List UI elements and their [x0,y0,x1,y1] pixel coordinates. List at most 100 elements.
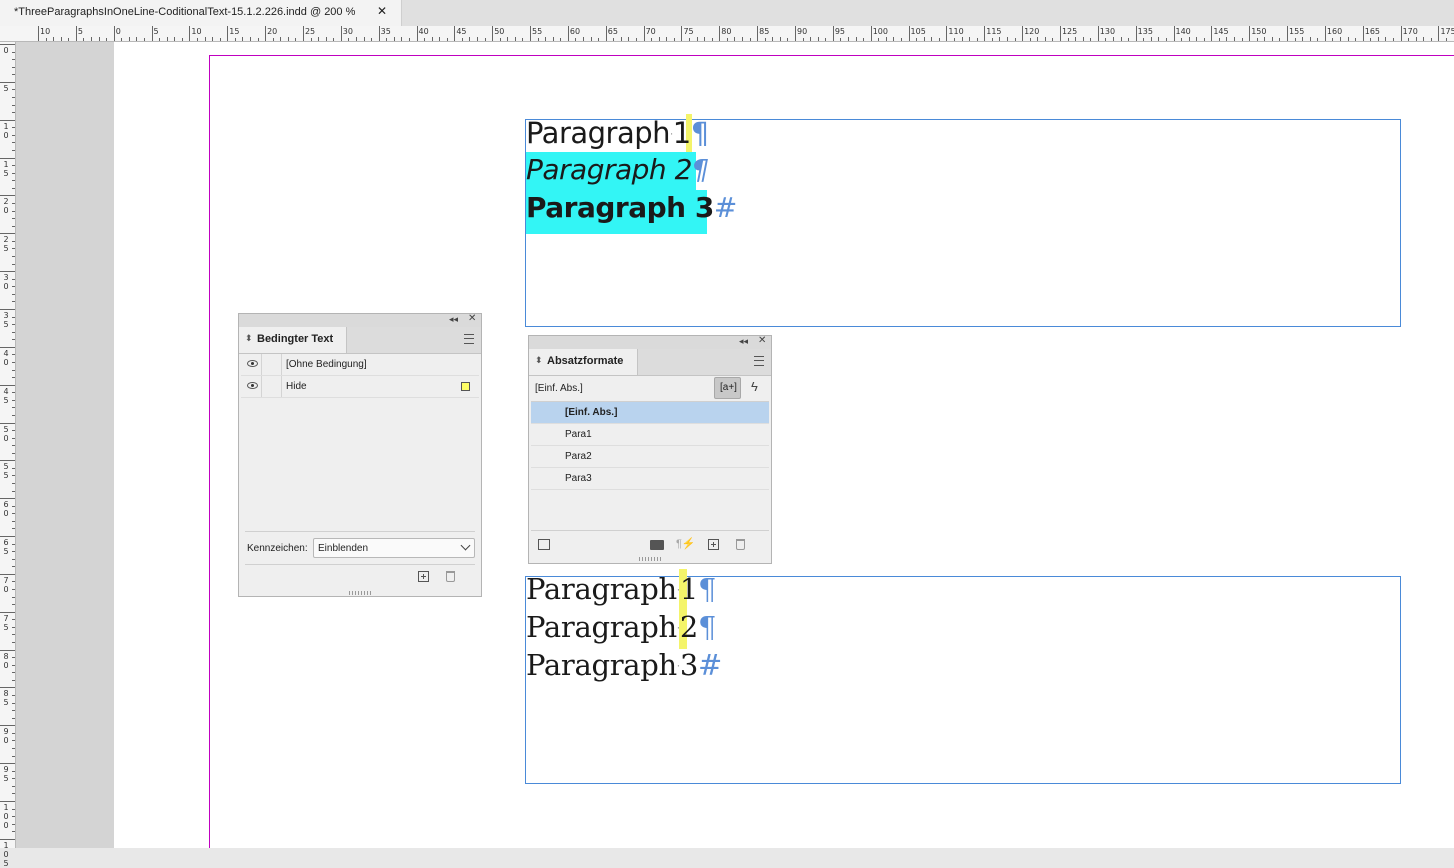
folder-icon[interactable] [650,540,664,550]
style-row-para2[interactable]: Para2 [531,446,769,468]
style-row-para3[interactable]: Para3 [531,468,769,490]
ruler-major-tick [227,26,229,41]
ruler-minor-tick [12,66,15,68]
panel-drag-bar[interactable]: ◂◂ ✕ [529,335,771,350]
bottom-paragraph-1[interactable]: Paragraph·1¶ [526,572,716,606]
ruler-minor-tick [249,37,251,41]
delete-condition-icon[interactable] [446,571,455,582]
panel-menu-icon[interactable] [464,334,474,344]
ruler-label: 10 [3,121,9,140]
ruler-minor-tick [900,38,902,41]
vertical-ruler[interactable]: 0 5 10 15 20 25 30 35 40 45 50 55 60 65 70 75 80 85 90 95 10… [0,42,16,868]
ruler-minor-tick [12,104,15,106]
top-paragraph-3[interactable]: Paragraph 3# [526,191,737,224]
ruler-minor-tick [181,38,183,41]
ruler-label: 35 [3,310,9,329]
new-condition-icon[interactable] [418,571,429,582]
panel-drag-bar[interactable]: ◂◂ ✕ [239,313,481,328]
ruler-minor-tick [1340,37,1342,41]
ruler-major-tick [75,26,77,41]
panel-resize-grip[interactable] [349,591,371,595]
ruler-minor-tick [12,278,15,280]
ruler-minor-tick [12,414,15,416]
indicators-dropdown[interactable]: Einblenden [313,538,475,558]
ruler-major-tick [0,271,15,273]
ruler-minor-tick [12,437,15,439]
close-panel-icon[interactable]: ✕ [468,313,476,324]
ruler-minor-tick [1196,37,1198,41]
visibility-eye-icon[interactable] [247,382,258,389]
top-paragraph-2[interactable]: Paragraph 2¶ [526,153,710,186]
ruler-minor-tick [234,38,236,41]
close-tab-icon[interactable]: ✕ [377,4,387,18]
document-tab[interactable]: *ThreeParagraphsInOneLine-CoditionalText… [0,0,402,26]
ruler-minor-tick [12,210,15,212]
ruler-minor-tick [817,37,819,41]
bottom-paragraph-3[interactable]: Paragraph·3# [526,648,722,682]
ruler-label: 15 [229,27,240,36]
ruler-major-tick [0,649,15,651]
ruler-major-tick [908,26,910,41]
ruler-minor-tick [12,679,15,681]
tab-paragraph-styles[interactable]: ⬍ Absatzformate [529,349,638,375]
ruler-label: 85 [759,27,770,36]
ruler-label: 5 [3,83,9,93]
top-paragraph-1[interactable]: Paragraph·1¶ [526,116,709,150]
ruler-label: 160 [1326,27,1343,36]
pilcrow-icon: ¶ [690,116,709,150]
ruler-minor-tick [1226,37,1228,41]
top-p1-number: 1 [672,116,691,150]
ruler-minor-tick [802,38,804,41]
ruler-minor-tick [893,37,895,41]
close-panel-icon[interactable]: ✕ [758,335,766,346]
condition-row-hide[interactable]: Hide [241,376,479,398]
ruler-major-tick [265,26,267,41]
panel-tab-row: ⬍ Bedingter Text [239,327,481,354]
collapse-panel-icon[interactable]: ◂◂ [739,336,748,347]
ruler-minor-tick [12,634,15,636]
ruler-major-tick [189,26,191,41]
ruler-minor-tick [1423,37,1425,41]
top-p2-text: Paragraph 2 [526,153,692,186]
ruler-major-tick [946,26,948,41]
tab-conditional-text[interactable]: ⬍ Bedingter Text [239,327,347,353]
text-frame-bottom[interactable]: Paragraph·1¶ Paragraph·2¶ Paragraph·3# [525,569,1401,784]
load-styles-icon[interactable] [538,539,550,550]
visibility-eye-icon[interactable] [247,360,258,367]
panel-resize-grip[interactable] [639,557,661,561]
text-frame-top[interactable]: Paragraph·1¶ Paragraph 2¶ Paragraph 3# [525,114,1401,327]
condition-row-none[interactable]: [Ohne Bedingung] [241,354,479,376]
ruler-minor-tick [1393,38,1395,41]
ruler-major-tick [113,26,115,41]
delete-style-icon[interactable] [736,539,745,550]
ruler-major-tick [0,498,15,500]
ruler-minor-tick [12,732,15,734]
new-style-from-selection-button[interactable]: [a+] [714,377,741,399]
ruler-label: 110 [948,27,964,36]
horizontal-ruler[interactable]: 10 5 0 5 10 15 20 25 30 35 40 45 50 55 60 65 70 75 80 85 90 9… [0,26,1454,42]
ruler-label: 35 [380,27,391,36]
ruler-minor-tick [999,37,1001,41]
condition-color-swatch [461,382,470,391]
style-row-para1[interactable]: Para1 [531,424,769,446]
quick-apply-icon[interactable]: ϟ [751,379,758,394]
ruler-minor-tick [1067,38,1069,41]
panel-menu-icon[interactable] [754,356,764,366]
new-style-icon[interactable] [708,539,719,550]
ruler-minor-tick [12,664,15,666]
ruler-label: 20 [3,197,9,216]
ruler-minor-tick [1052,38,1054,41]
ruler-minor-tick [446,38,448,41]
style-row-basic[interactable]: [Einf. Abs.] [531,402,769,424]
bottom-paragraph-2[interactable]: Paragraph·2¶ [526,610,716,644]
style-label: Para2 [565,451,592,462]
clear-overrides-icon[interactable]: ¶⚡ [676,537,696,550]
ruler-label: 15 [3,159,9,178]
ruler-minor-tick [393,37,395,41]
ruler-minor-tick [12,149,15,151]
top-p3-text: Paragraph 3 [526,191,714,224]
collapse-panel-icon[interactable]: ◂◂ [449,314,458,325]
ruler-label: 105 [3,840,9,868]
ruler-label: 150 [1251,27,1267,36]
ruler-major-tick [151,26,153,41]
